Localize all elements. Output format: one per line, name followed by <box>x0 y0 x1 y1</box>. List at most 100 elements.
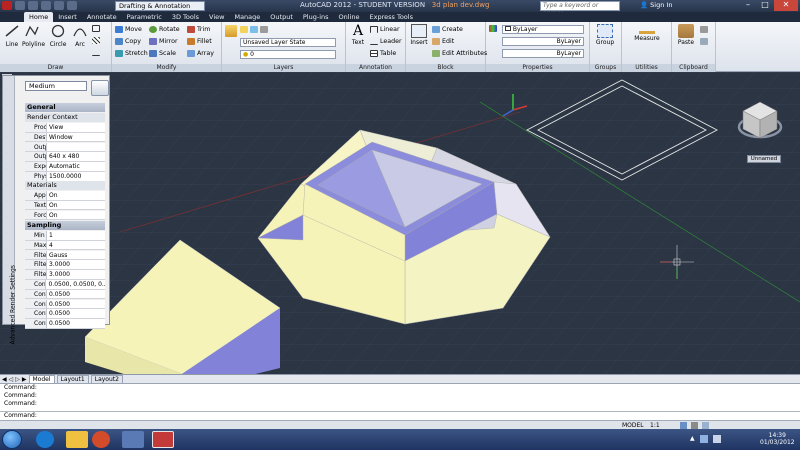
property-row[interactable]: Force...On <box>25 210 105 221</box>
circle-button[interactable]: Circle <box>48 24 68 48</box>
property-row[interactable]: Filter...3.0000 <box>25 260 105 270</box>
measure-button[interactable]: Measure <box>634 24 660 42</box>
start-button[interactable] <box>2 430 22 449</box>
property-value[interactable]: 0.0500 <box>47 300 70 309</box>
property-value[interactable]: On <box>47 191 58 200</box>
property-value[interactable]: On <box>47 201 58 210</box>
stretch-button[interactable]: Stretch <box>115 50 148 57</box>
arc-button[interactable]: Arc <box>70 24 90 48</box>
tray-arrow-icon[interactable]: ▲ <box>690 435 695 443</box>
leader-button[interactable]: Leader <box>370 38 402 45</box>
scale-button[interactable]: Scale <box>149 50 176 57</box>
layer-state-dropdown[interactable]: Unsaved Layer State <box>240 38 336 47</box>
property-value[interactable]: 3.0000 <box>47 260 70 269</box>
property-row[interactable]: Contr...0.0500 <box>25 299 105 310</box>
drawing-area[interactable]: Unnamed ✕ ≡ ▸ <box>0 72 800 374</box>
command-input[interactable]: Command: <box>0 411 800 420</box>
layer-on-icon[interactable] <box>240 26 248 33</box>
search-input[interactable]: Type a keyword or phrase <box>540 1 620 17</box>
minimize-icon[interactable]: – <box>740 0 756 11</box>
property-value[interactable]: 0.0500 <box>47 290 70 299</box>
rotate-button[interactable]: Rotate <box>149 26 180 33</box>
new-icon[interactable] <box>15 1 25 10</box>
section-materials[interactable]: Materials <box>25 181 105 190</box>
polyline-button[interactable]: Polyline <box>22 24 45 48</box>
copy-button[interactable]: Copy <box>115 38 141 45</box>
workspace-switch-icon[interactable] <box>680 422 687 429</box>
property-row[interactable]: Outp... <box>25 142 105 153</box>
trim-button[interactable]: Trim <box>187 26 210 33</box>
property-row[interactable]: Contr...0.0500 <box>25 309 105 319</box>
modify-panel-label[interactable]: Modify <box>112 64 221 72</box>
palette-side-bar[interactable]: Advanced Render Settings <box>3 76 17 345</box>
network-tray-icon[interactable] <box>699 435 708 443</box>
block-panel-label[interactable]: Block <box>406 64 485 72</box>
property-value[interactable]: 4 <box>47 241 53 250</box>
linear-button[interactable]: Linear <box>370 26 400 33</box>
property-row[interactable]: Max s...4 <box>25 240 105 251</box>
open-icon[interactable] <box>28 1 38 10</box>
property-value[interactable]: Automatic <box>47 162 80 171</box>
workspace-dropdown[interactable]: Drafting & Annotation <box>115 1 205 11</box>
autocad-taskbar-icon[interactable] <box>152 431 174 448</box>
app-menu-icon[interactable] <box>2 1 12 10</box>
lock-icon[interactable] <box>691 422 698 429</box>
tab-online[interactable]: Online <box>334 12 365 22</box>
property-value[interactable]: 0.0500 <box>47 319 70 328</box>
annotation-panel-label[interactable]: Annotation <box>346 64 405 72</box>
volume-icon[interactable] <box>712 435 721 443</box>
tab-parametric[interactable]: Parametric <box>122 12 167 22</box>
current-layer-dropdown[interactable]: ● 0 <box>240 50 336 59</box>
property-value[interactable]: 1500.0000 <box>47 172 81 181</box>
section-sampling[interactable]: Sampling <box>25 221 105 230</box>
save-icon[interactable] <box>41 1 51 10</box>
named-view-dropdown[interactable]: Unnamed <box>747 155 781 163</box>
property-value[interactable]: 0.0500, 0.0500, 0... <box>46 280 105 289</box>
close-icon[interactable]: ✕ <box>774 0 798 11</box>
tab-output[interactable]: Output <box>265 12 298 22</box>
property-row[interactable]: Min s...1 <box>25 231 105 241</box>
sign-in-button[interactable]: 👤 Sign In <box>640 1 672 9</box>
section-render-context[interactable]: Render Context <box>25 113 105 122</box>
property-row[interactable]: Destin...Window <box>25 132 105 143</box>
paste-button[interactable]: Paste <box>676 24 696 46</box>
table-button[interactable]: Table <box>370 50 396 57</box>
mirror-button[interactable]: Mirror <box>149 38 178 45</box>
tab-annotate[interactable]: Annotate <box>82 12 122 22</box>
render-preset-dropdown[interactable]: Medium <box>25 81 87 91</box>
match-properties-button[interactable] <box>489 25 497 32</box>
property-value[interactable]: Gauss <box>47 251 67 260</box>
quick-access-toolbar[interactable] <box>2 1 77 10</box>
layers-panel-label[interactable]: Layers <box>222 64 345 72</box>
copy-clip-button[interactable] <box>700 38 708 45</box>
section-general[interactable]: General <box>25 103 105 112</box>
layer-lock-icon[interactable] <box>260 26 268 33</box>
last-layout-icon[interactable]: ▶ <box>22 376 27 383</box>
array-button[interactable]: Array <box>187 50 214 57</box>
fillet-button[interactable]: Fillet <box>187 38 212 45</box>
text-button[interactable]: A Text <box>348 24 368 46</box>
maximize-icon[interactable]: □ <box>757 0 773 11</box>
group-button[interactable]: Group <box>595 24 615 46</box>
tab-express-tools[interactable]: Express Tools <box>365 12 418 22</box>
line-button[interactable]: Line <box>2 24 22 48</box>
rectangle-button[interactable] <box>92 25 100 32</box>
edit-attributes-button[interactable]: Edit Attributes <box>432 50 487 57</box>
layer-properties-button[interactable] <box>225 25 237 37</box>
property-row[interactable]: Contr...0.0500, 0.0500, 0... <box>25 280 105 290</box>
property-value[interactable]: 3.0000 <box>47 270 70 279</box>
property-row[interactable]: Proce...View <box>25 123 105 133</box>
fullscreen-icon[interactable] <box>702 422 709 429</box>
tab-view[interactable]: View <box>204 12 229 22</box>
property-row[interactable]: Outp...640 x 480 <box>25 152 105 162</box>
ie-icon[interactable] <box>36 431 54 448</box>
undo-icon[interactable] <box>54 1 64 10</box>
insert-button[interactable]: Insert <box>409 24 429 46</box>
media-player-icon[interactable] <box>92 431 110 448</box>
property-row[interactable]: Contr...0.0500 <box>25 289 105 300</box>
property-value[interactable]: 1 <box>47 231 53 240</box>
property-value[interactable]: Window <box>47 133 73 142</box>
property-value[interactable]: 640 x 480 <box>47 152 79 161</box>
layer-freeze-icon[interactable] <box>250 26 258 33</box>
draw-more-button[interactable] <box>92 49 100 56</box>
